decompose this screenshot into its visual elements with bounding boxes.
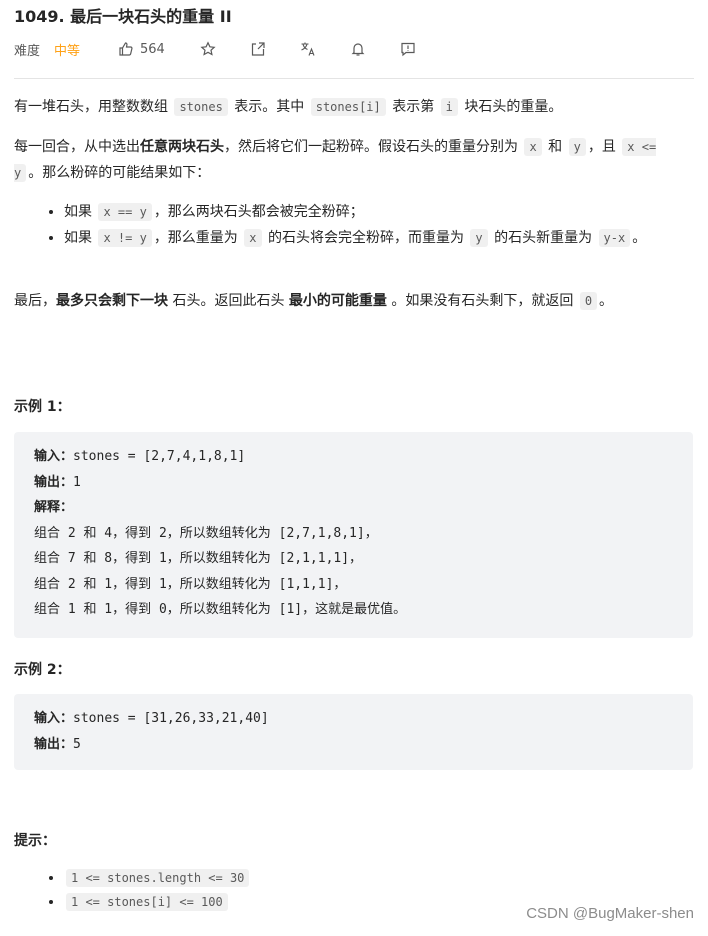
text: 的石头将会完全粉碎，而重量为 <box>267 230 464 246</box>
example-1-heading: 示例 1： <box>14 399 71 415</box>
text: 。如果没有石头剩下，就返回 <box>386 293 574 309</box>
like-button[interactable]: 564 <box>118 38 165 60</box>
like-count: 564 <box>140 41 165 57</box>
output-label: 输出： <box>34 736 74 752</box>
text: 的石头新重量为 <box>494 230 593 246</box>
inline-code: y <box>568 138 586 156</box>
inline-code: 1 <= stones.length <= 30 <box>66 869 250 887</box>
inline-code: 0 <box>579 292 598 310</box>
thumbs-up-icon <box>119 42 133 56</box>
example-input: 输入：stones = [2,7,4,1,8,1] <box>34 444 673 470</box>
example-2-code-block: 输入：stones = [31,26,33,21,40] 输出：5 <box>14 694 693 770</box>
text: 有一堆石头，用整数数组 <box>14 99 168 115</box>
inline-code: stones[i] <box>310 98 386 116</box>
example-output: 输出：5 <box>34 732 673 758</box>
example-input: 输入：stones = [31,26,33,21,40] <box>34 706 673 732</box>
output-value: 5 <box>73 736 81 752</box>
watermark: CSDN @BugMaker-shen <box>526 905 694 922</box>
problem-title: 1049. 最后一块石头的重量 II <box>14 7 232 26</box>
example-output: 输出：1 <box>34 470 673 496</box>
inline-code: x <box>244 229 262 247</box>
output-value: 1 <box>73 474 81 490</box>
text: ，且 <box>587 139 616 155</box>
input-value: stones = [31,26,33,21,40] <box>73 711 269 726</box>
bell-icon <box>351 43 365 56</box>
inline-code: x == y <box>98 203 152 221</box>
inline-code: x != y <box>98 229 152 247</box>
text: ，那么两块石头都会被完全粉碎； <box>153 204 364 220</box>
text: 和 <box>548 139 563 155</box>
feedback-icon <box>401 42 415 57</box>
inline-code: stones <box>174 98 228 116</box>
text: 。 <box>599 293 614 309</box>
text: ，那么重量为 <box>153 230 238 246</box>
output-label: 输出： <box>34 474 74 490</box>
list-item: 1 <= stones.length <= 30 <box>64 866 708 890</box>
share-icon <box>251 42 265 56</box>
text: 如果 <box>64 204 92 220</box>
text: 。那么粉碎的可能结果如下： <box>28 165 211 181</box>
text: 。 <box>632 230 647 246</box>
inline-code: i <box>440 98 458 116</box>
list-item: 如果 x != y，那么重量为 x 的石头将会完全粉碎，而重量为 y 的石头新重… <box>64 225 708 251</box>
text: 最后， <box>14 293 56 309</box>
text: 每一回合，从中选出 <box>14 139 140 155</box>
header-divider <box>14 78 694 79</box>
input-label: 输入： <box>34 449 74 464</box>
difficulty-badge: 中等 <box>54 43 81 59</box>
bold-text: 最小的可能重量 <box>288 293 387 309</box>
explanation-line: 组合 2 和 4，得到 2，所以数组转化为 [2,7,1,8,1]， <box>34 525 378 541</box>
explanation-line: 组合 7 和 8，得到 1，所以数组转化为 [2,1,1,1]， <box>34 551 363 566</box>
difficulty-label: 难度 <box>14 43 41 59</box>
translate-icon <box>301 42 315 56</box>
example-explanation-label: 解释： <box>34 495 673 521</box>
text: 块石头的重量。 <box>464 99 563 115</box>
description-paragraph-1: 有一堆石头，用整数数组 stones 表示。其中 stones[i] 表示第 i… <box>14 94 684 120</box>
inline-code: y <box>470 229 488 247</box>
inline-code: y-x <box>598 229 631 247</box>
list-item: 如果 x == y，那么两块石头都会被完全粉碎； <box>64 199 708 225</box>
constraints-heading: 提示： <box>14 833 56 849</box>
text: ，然后将它们一起粉碎。假设石头的重量分别为 <box>224 139 518 155</box>
feedback-button[interactable] <box>400 38 416 60</box>
description-paragraph-3: 最后，最多只会剩下一块 石头。返回此石头 最小的可能重量 。如果没有石头剩下，就… <box>14 288 684 314</box>
problem-meta-bar: 难度 中等 564 <box>14 38 434 60</box>
text: 表示第 <box>392 99 435 115</box>
text: 如果 <box>64 230 92 246</box>
explanation-line: 组合 2 和 1，得到 1，所以数组转化为 [1,1,1]， <box>34 576 347 592</box>
explain-label: 解释： <box>34 500 74 515</box>
translate-button[interactable] <box>300 38 316 60</box>
star-icon <box>200 41 216 56</box>
example-1-code-block: 输入：stones = [2,7,4,1,8,1] 输出：1 解释： 组合 2 … <box>14 432 693 638</box>
inline-code: x <box>524 138 542 156</box>
example-2-heading: 示例 2： <box>14 662 71 678</box>
text: 石头。返回此石头 <box>168 293 289 309</box>
text: 表示。其中 <box>234 99 305 115</box>
explanation-line: 组合 1 和 1，得到 0，所以数组转化为 [1]，这就是最优值。 <box>34 602 407 617</box>
bold-text: 最多只会剩下一块 <box>56 293 168 309</box>
inline-code: 1 <= stones[i] <= 100 <box>66 893 228 911</box>
input-label: 输入： <box>34 711 74 726</box>
description-paragraph-2: 每一回合，从中选出任意两块石头，然后将它们一起粉碎。假设石头的重量分别为 x 和… <box>14 134 684 186</box>
subscribe-button[interactable] <box>350 38 366 60</box>
bold-text: 任意两块石头 <box>140 139 224 155</box>
favorite-button[interactable] <box>200 38 216 60</box>
share-button[interactable] <box>250 38 266 60</box>
rules-list: 如果 x == y，那么两块石头都会被完全粉碎； 如果 x != y，那么重量为… <box>14 199 708 251</box>
input-value: stones = [2,7,4,1,8,1] <box>73 449 246 464</box>
